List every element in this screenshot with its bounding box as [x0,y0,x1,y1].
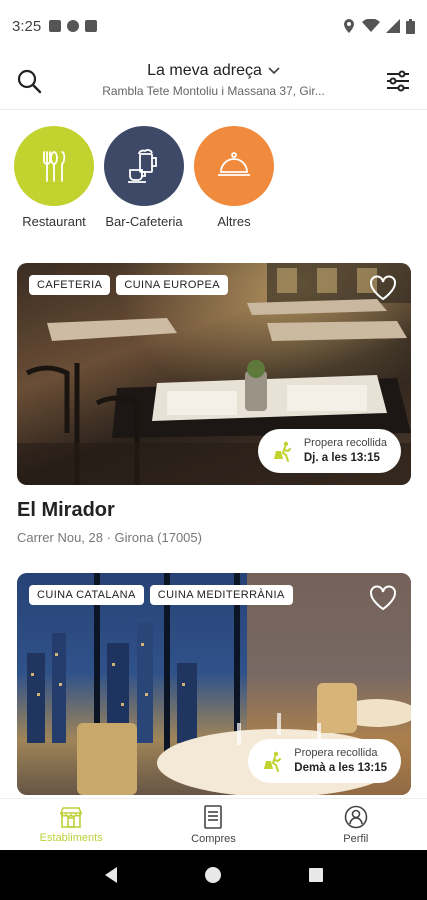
nav-label: Compres [191,832,236,845]
restaurant-card[interactable]: CAFETERIA CUINA EUROPEA Propera recollid… [17,263,411,545]
category-tag: CAFETERIA [29,275,111,295]
beer-coffee-icon [128,149,157,183]
back-icon[interactable] [103,866,119,884]
nav-label: Establiments [39,831,103,844]
bottom-navigation: Establiments Compres Perfil [0,798,427,850]
receipt-icon [204,804,223,829]
category-circle [14,126,94,206]
category-tag: CUINA CATALANA [29,585,144,605]
category-tag: CUINA MEDITERRÀNIA [149,585,293,605]
notification-icons [49,20,98,32]
nav-establiments[interactable]: Establiments [0,799,142,850]
nav-compres[interactable]: Compres [142,799,284,850]
storefront-icon [59,806,83,828]
category-tag: CUINA EUROPEA [116,275,229,295]
category-list: Restaurant Bar-Cafeteria Altres [14,126,274,229]
nav-perfil[interactable]: Perfil [285,799,427,850]
category-circle [104,126,184,206]
tag-list: CAFETERIA CUINA EUROPEA [29,275,229,295]
heart-icon[interactable] [369,585,397,611]
battery-icon [406,18,415,34]
restaurant-photo: CUINA CATALANA CUINA MEDITERRÀNIA Proper… [17,573,411,795]
sim-icon [85,20,98,32]
category-label: Bar-Cafeteria [105,214,183,229]
pickup-label: Propera recollida [294,747,378,760]
tag-list: CUINA CATALANA CUINA MEDITERRÀNIA [29,585,293,605]
filter-button[interactable] [383,66,413,96]
pickup-time: Demà a les 13:15 [294,761,387,774]
status-bar: 3:25 [0,0,427,52]
search-icon [17,69,42,94]
next-pickup-badge: Propera recollida Dj. a les 13:15 [257,429,401,473]
home-icon[interactable] [204,866,222,884]
category-bar-cafeteria[interactable]: Bar-Cafeteria [104,126,184,229]
status-time: 3:25 [12,17,42,35]
search-button[interactable] [14,66,44,96]
top-bar: La meva adreça Rambla Tete Montoliu i Ma… [0,52,427,110]
pickup-bag-icon [264,751,282,772]
category-altres[interactable]: Altres [194,126,274,229]
filter-sliders-icon [387,70,409,92]
next-pickup-badge: Propera recollida Demà a les 13:15 [248,739,401,783]
wifi-icon [362,19,380,32]
recents-icon[interactable] [308,867,324,883]
profile-icon [344,805,368,828]
restaurant-address: Carrer Nou, 28 · Girona (17005) [17,530,202,545]
app-notification-icon [49,20,62,32]
cutlery-icon [43,151,66,182]
restaurant-name: El Mirador [17,499,115,521]
restaurant-card[interactable]: CUINA CATALANA CUINA MEDITERRÀNIA Proper… [17,573,411,795]
signal-icon [386,19,400,33]
app-notification-icon [67,20,80,32]
chevron-down-icon [268,67,280,75]
system-navigation-bar [0,850,427,900]
restaurant-photo: CAFETERIA CUINA EUROPEA Propera recollid… [17,263,411,485]
location-icon [344,19,354,33]
pickup-time: Dj. a les 13:15 [303,451,380,464]
address-selector[interactable]: La meva adreça Rambla Tete Montoliu i Ma… [80,62,347,98]
category-circle [194,126,274,206]
pickup-label: Propera recollida [303,437,387,450]
heart-icon[interactable] [369,275,397,301]
cloche-icon [218,152,250,176]
category-label: Restaurant [22,214,86,229]
address-title: La meva adreça [147,62,262,79]
category-label: Altres [217,214,251,229]
pickup-bag-icon [273,441,291,462]
nav-label: Perfil [343,832,369,845]
address-subtitle: Rambla Tete Montoliu i Massana 37, Gir..… [102,84,325,98]
category-restaurant[interactable]: Restaurant [14,126,94,229]
